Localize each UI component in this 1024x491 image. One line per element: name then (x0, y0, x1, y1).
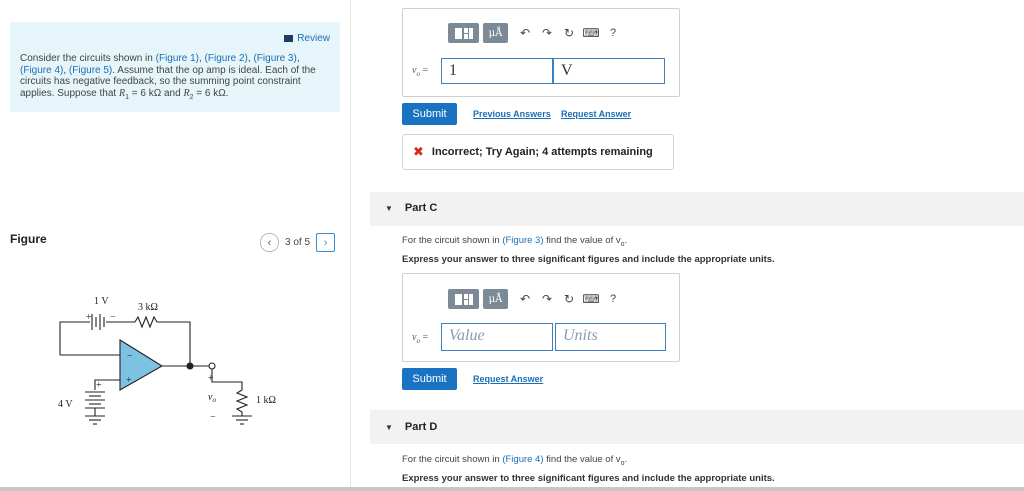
label-4v: 4 V (58, 399, 73, 410)
label-1k: 1 kΩ (256, 395, 276, 406)
part-c-title-row[interactable]: ▼ Part C (385, 202, 437, 214)
units-button[interactable]: μÅ (483, 289, 508, 309)
part-c-request-answer-link[interactable]: Request Answer (473, 374, 543, 384)
part-d-figure-link[interactable]: (Figure 4) (502, 454, 543, 465)
part-c-submit-button[interactable]: Submit (402, 368, 457, 390)
figure-4-link[interactable]: (Figure 4) (20, 65, 63, 76)
part-d-title: Part D (404, 421, 438, 433)
templates-button[interactable] (448, 23, 479, 43)
review-icon (284, 35, 294, 42)
part-b-toolbar: μÅ ↶ ↷ ↻ ⌨ ? (448, 23, 624, 43)
part-d-header[interactable] (370, 410, 1024, 444)
figure-2-link[interactable]: (Figure 2) (205, 53, 248, 64)
label-inv-input: − (127, 351, 133, 362)
part-c-instructions: Express your answer to three significant… (402, 254, 775, 265)
figure-page-count: 3 of 5 (285, 237, 311, 248)
intro-text-1: Consider the circuits shown in (20, 53, 156, 64)
part-d-instructions: Express your answer to three significant… (402, 473, 775, 484)
part-b-submit-button[interactable]: Submit (402, 103, 457, 125)
r1-value: = 6 kΩ and (128, 87, 184, 99)
problem-intro-box: Review Consider the circuits shown in (F… (10, 22, 340, 112)
redo-icon[interactable]: ↷ (536, 292, 558, 306)
horizontal-scrollbar[interactable] (0, 487, 1024, 491)
part-d-title-row[interactable]: ▼ Part D (385, 421, 437, 433)
part-c-title: Part C (404, 202, 438, 214)
resistor-3k (134, 315, 158, 329)
next-figure-button[interactable]: › (316, 233, 336, 252)
review-label: Review (297, 33, 330, 44)
output-terminal (208, 362, 216, 370)
figure-1-link[interactable]: (Figure 1) (156, 53, 199, 64)
label-1v-minus: − (110, 312, 116, 323)
wire-left-feedback (59, 321, 90, 355)
part-c-toolbar: μÅ ↶ ↷ ↻ ⌨ ? (448, 289, 624, 309)
part-c-figure-link[interactable]: (Figure 3) (502, 235, 543, 246)
figure-heading: Figure (10, 232, 47, 246)
label-noninv-input: + (126, 375, 132, 386)
label-1v: 1 V (94, 296, 109, 307)
feedback-text: Incorrect; Try Again; 4 attempts remaini… (431, 146, 653, 158)
part-c-units-field[interactable]: Units (555, 323, 666, 351)
templates-icon (454, 293, 473, 305)
circuit-diagram: 1 V + − 3 kΩ − + + 4 V + vo − 1 kΩ (58, 296, 276, 425)
label-3k: 3 kΩ (138, 302, 158, 313)
part-b-value-field[interactable]: 1 (441, 58, 553, 84)
label-vo-plus: + (208, 373, 214, 384)
prev-figure-button[interactable]: ‹ (260, 233, 279, 252)
undo-icon[interactable]: ↶ (514, 26, 536, 40)
label-vo: vo (208, 392, 216, 404)
part-c-question: For the circuit shown in (Figure 3) find… (402, 235, 628, 248)
output-node (186, 362, 194, 370)
part-c-header[interactable] (370, 192, 1024, 226)
part-c-vo-label: vo = (412, 332, 429, 345)
resistor-1k (235, 389, 249, 416)
part-b-request-answer-link[interactable]: Request Answer (561, 109, 631, 119)
part-b-units-field[interactable]: V (553, 58, 665, 84)
undo-icon[interactable]: ↶ (514, 292, 536, 306)
r2-value: = 6 kΩ. (193, 87, 229, 99)
part-c-value-field[interactable]: Value (441, 323, 553, 351)
label-vo-minus: − (210, 412, 216, 423)
figure-5-link[interactable]: (Figure 5) (69, 65, 112, 76)
review-link[interactable]: Review (284, 33, 330, 44)
keyboard-icon[interactable]: ⌨ (580, 26, 602, 40)
keyboard-icon[interactable]: ⌨ (580, 292, 602, 306)
figure-pager: ‹ 3 of 5 › (260, 233, 336, 252)
problem-statement: Consider the circuits shown in (Figure 1… (20, 53, 316, 101)
part-b-vo-label: vo = (412, 65, 429, 78)
templates-icon (454, 27, 473, 39)
collapse-triangle-icon: ▼ (385, 203, 393, 213)
help-icon[interactable]: ? (602, 293, 624, 305)
templates-button[interactable] (448, 289, 479, 309)
label-1v-plus: + (86, 312, 92, 323)
reset-icon[interactable]: ↻ (558, 26, 580, 40)
feedback-message: ✖ Incorrect; Try Again; 4 attempts remai… (402, 134, 674, 170)
reset-icon[interactable]: ↻ (558, 292, 580, 306)
figure-3-link[interactable]: (Figure 3) (253, 53, 296, 64)
incorrect-icon: ✖ (413, 144, 424, 159)
part-d-question: For the circuit shown in (Figure 4) find… (402, 454, 628, 467)
label-4v-plus: + (96, 380, 102, 391)
collapse-triangle-icon: ▼ (385, 422, 393, 432)
redo-icon[interactable]: ↷ (536, 26, 558, 40)
units-button[interactable]: μÅ (483, 23, 508, 43)
help-icon[interactable]: ? (602, 27, 624, 39)
previous-answers-link[interactable]: Previous Answers (473, 109, 551, 119)
